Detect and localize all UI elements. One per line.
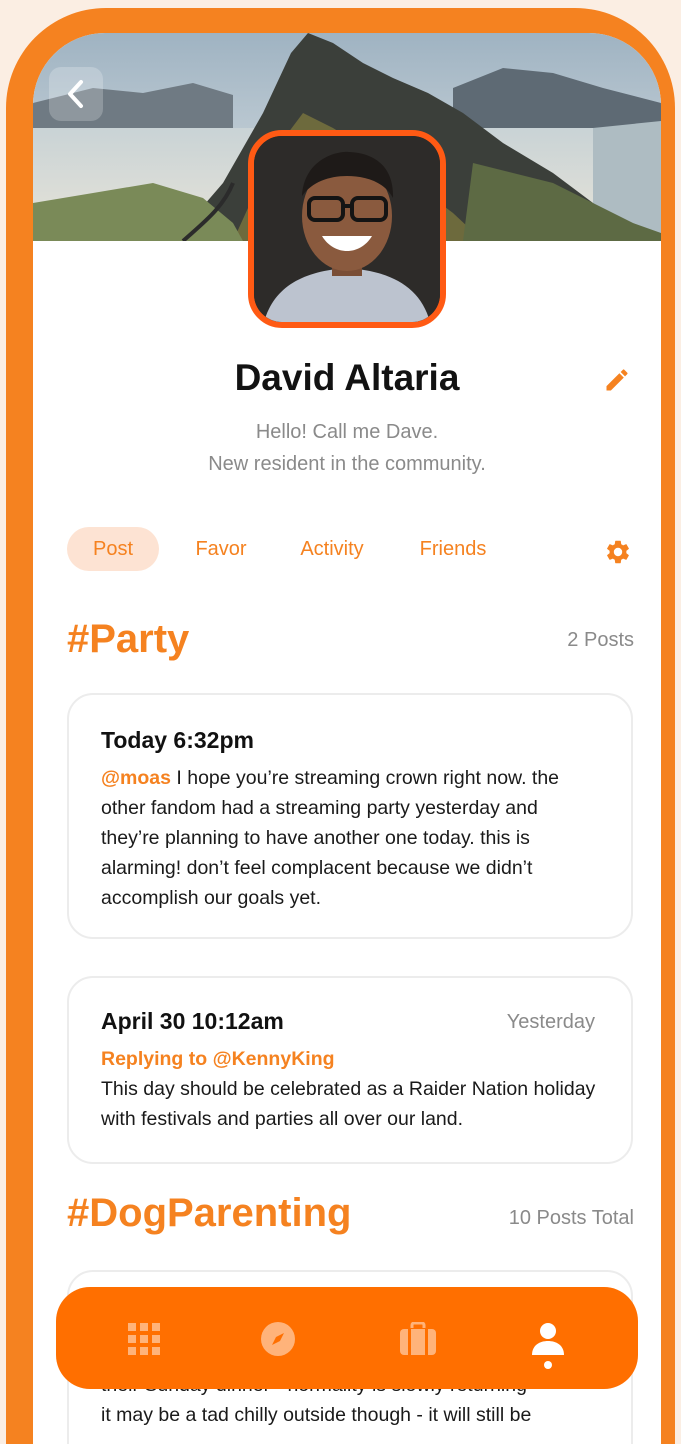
gear-icon[interactable] <box>604 538 632 566</box>
bio-line-2: New resident in the community. <box>208 453 486 475</box>
briefcase-icon[interactable] <box>398 1319 438 1359</box>
bio-line-1: Hello! Call me Dave. <box>255 421 439 443</box>
mention-link[interactable]: @moas <box>101 767 171 789</box>
profile-screen: David Altaria Hello! Call me Dave. New r… <box>33 33 661 1444</box>
section-title-dogparenting[interactable]: #DogParenting <box>67 1191 351 1236</box>
profile-icon[interactable] <box>528 1319 568 1359</box>
tab-post[interactable]: Post <box>67 527 159 571</box>
profile-tabs: Post Favor Activity Friends <box>67 527 627 571</box>
section-count-dogparenting: 10 Posts Total <box>508 1207 634 1229</box>
back-button[interactable] <box>49 67 103 121</box>
post-time: April 30 10:12am <box>101 1008 284 1034</box>
grid-icon[interactable] <box>124 1319 164 1359</box>
avatar[interactable] <box>248 130 446 328</box>
tab-activity[interactable]: Activity <box>289 527 375 571</box>
post-text-partial: it may be a tad chilly outside though - … <box>101 1404 532 1426</box>
post-body: This day should be celebrated as a Raide… <box>101 1078 596 1130</box>
tab-friends[interactable]: Friends <box>411 527 495 571</box>
post-relative-time: Yesterday <box>506 1011 595 1033</box>
tab-favor[interactable]: Favor <box>185 527 257 571</box>
edit-icon[interactable] <box>603 366 631 394</box>
section-count-party: 2 Posts <box>567 629 634 651</box>
active-indicator <box>544 1361 552 1369</box>
post-time: Today 6:32pm <box>101 727 254 753</box>
post-card[interactable]: April 30 10:12am Yesterday Replying to @… <box>67 976 633 1164</box>
section-title-party[interactable]: #Party <box>67 617 189 662</box>
bottom-nav <box>56 1287 638 1389</box>
post-card[interactable]: Today 6:32pm @moas I hope you’re streami… <box>67 693 633 939</box>
profile-name: David Altaria <box>234 357 460 398</box>
reply-to-link[interactable]: Replying to @KennyKing <box>101 1048 335 1071</box>
compass-icon[interactable] <box>258 1319 298 1359</box>
post-body: @moas I hope you’re streaming crown righ… <box>101 763 601 913</box>
chevron-left-icon <box>68 80 83 108</box>
